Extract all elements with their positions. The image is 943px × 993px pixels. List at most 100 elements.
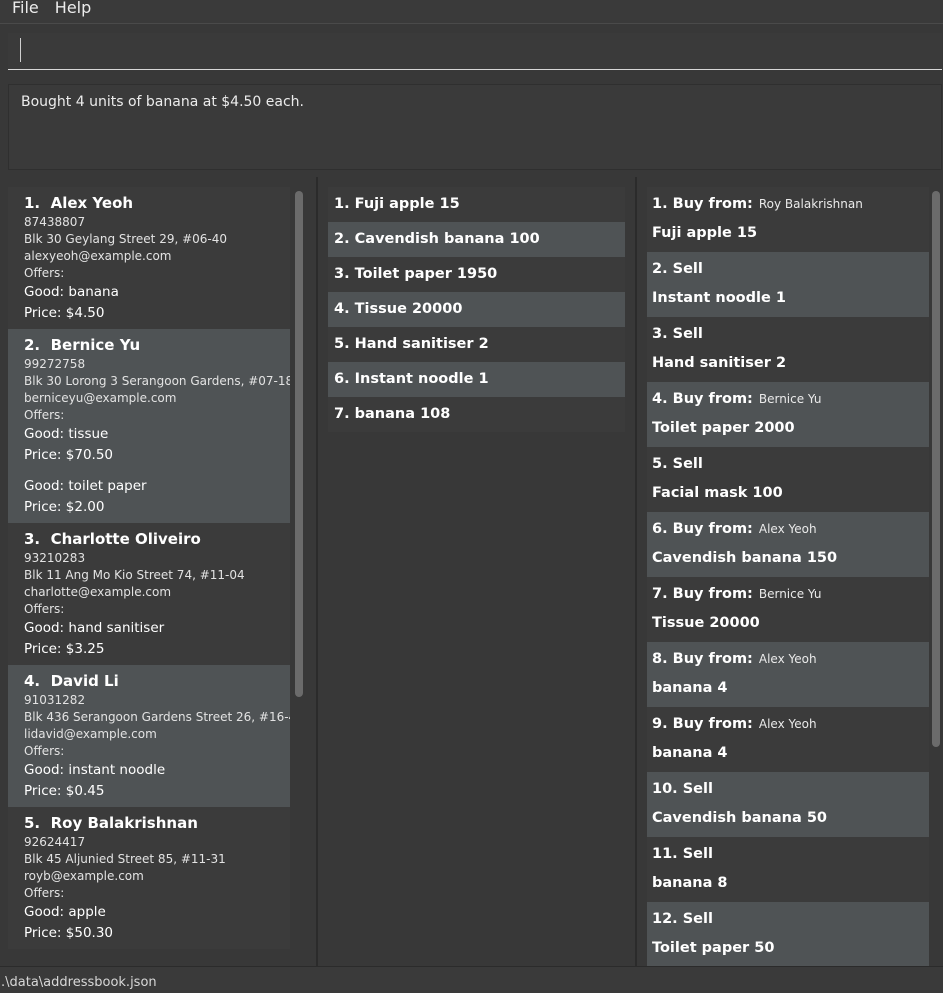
transaction-header: 8. Buy from: Alex Yeoh <box>652 642 929 677</box>
goods-item[interactable]: 3. Toilet paper 1950 <box>328 257 625 292</box>
person-address: Blk 436 Serangoon Gardens Street 26, #16… <box>24 710 290 724</box>
goods-list-panel: 1. Fuji apple 15 2. Cavendish banana 100 3… <box>318 177 634 966</box>
card-bottom-padding <box>24 944 290 949</box>
offers-label: Offers: <box>24 744 65 758</box>
transaction-card[interactable]: 8. Buy from: Alex Yeoh banana 4 <box>647 642 929 707</box>
transaction-item: Toilet paper 50 <box>652 940 775 956</box>
transaction-type: 7. Buy from: <box>652 586 753 602</box>
transaction-type: 1. Buy from: <box>652 196 753 212</box>
offer-price: Price: $4.50 <box>24 305 105 321</box>
person-name-text: David Li <box>50 672 119 690</box>
offer-good: Good: hand sanitiser <box>24 620 165 636</box>
offers-label: Offers: <box>24 266 65 280</box>
transaction-type: 12. Sell <box>652 911 713 927</box>
transaction-list-panel: 1. Buy from: Roy Balakrishnan Fuji apple 1… <box>638 177 943 967</box>
transaction-card[interactable]: 1. Buy from: Roy Balakrishnan Fuji apple 1… <box>647 187 929 252</box>
person-name: 1. Alex Yeoh <box>24 192 290 214</box>
goods-item[interactable]: 5. Hand sanitiser 2 <box>328 327 625 362</box>
transaction-card[interactable]: 9. Buy from: Alex Yeoh banana 4 <box>647 707 929 772</box>
transaction-header: 3. Sell <box>652 317 929 352</box>
transaction-header: 1. Buy from: Roy Balakrishnan <box>652 187 929 222</box>
transaction-header: 6. Buy from: Alex Yeoh <box>652 512 929 547</box>
transaction-card[interactable]: 11. Sell banana 8 <box>647 837 929 902</box>
person-address: Blk 45 Aljunied Street 85, #11-31 <box>24 852 226 866</box>
transaction-card[interactable]: 7. Buy from: Bernice Yu Tissue 20000 <box>647 577 929 642</box>
command-input[interactable] <box>8 33 942 70</box>
person-name-text: Charlotte Oliveiro <box>50 530 201 548</box>
person-email: alexyeoh@example.com <box>24 249 172 263</box>
transaction-item: Instant noodle 1 <box>652 290 786 306</box>
transaction-header: 10. Sell <box>652 772 929 807</box>
transaction-item: Hand sanitiser 2 <box>652 355 787 371</box>
text-caret <box>20 38 21 62</box>
goods-list: 1. Fuji apple 15 2. Cavendish banana 100 3… <box>328 187 625 432</box>
transaction-type: 4. Buy from: <box>652 391 753 407</box>
transaction-header: 12. Sell <box>652 902 929 937</box>
transaction-card[interactable]: 10. Sell Cavendish banana 50 <box>647 772 929 837</box>
transaction-header: 7. Buy from: Bernice Yu <box>652 577 929 612</box>
person-card[interactable]: 3. Charlotte Oliveiro 93210283 Blk 11 Ang … <box>8 523 290 665</box>
transaction-item: Cavendish banana 150 <box>652 550 838 566</box>
transaction-list-scrollbar[interactable] <box>932 191 940 747</box>
offers-label: Offers: <box>24 602 65 616</box>
offer-price: Price: $2.00 <box>24 499 105 515</box>
person-name: 4. David Li <box>24 670 290 692</box>
transaction-card[interactable]: 12. Sell Toilet paper 50 <box>647 902 929 967</box>
transaction-type: 10. Sell <box>652 781 713 797</box>
person-phone: 91031282 <box>24 693 86 707</box>
transaction-type: 11. Sell <box>652 846 713 862</box>
offer-good: Good: banana <box>24 284 119 300</box>
person-list-scrollbar[interactable] <box>295 191 303 697</box>
person-phone: 92624417 <box>24 835 86 849</box>
transaction-type: 8. Buy from: <box>652 651 753 667</box>
person-name: 5. Roy Balakrishnan <box>24 812 290 834</box>
offer-good: Good: toilet paper <box>24 478 147 494</box>
goods-item[interactable]: 1. Fuji apple 15 <box>328 187 625 222</box>
transaction-item: Cavendish banana 50 <box>652 810 827 826</box>
person-index: 5. <box>24 814 41 832</box>
transaction-type: 5. Sell <box>652 456 703 472</box>
transaction-card[interactable]: 2. Sell Instant noodle 1 <box>647 252 929 317</box>
transaction-counterparty: Bernice Yu <box>758 587 822 601</box>
person-name-text: Alex Yeoh <box>50 194 134 212</box>
offers-label: Offers: <box>24 886 65 900</box>
offer-good: Good: instant noodle <box>24 762 166 778</box>
menu-help[interactable]: Help <box>55 0 91 17</box>
person-name-text: Bernice Yu <box>50 336 141 354</box>
person-card[interactable]: 4. David Li 91031282 Blk 436 Serangoon Gar… <box>8 665 290 807</box>
transaction-item: Toilet paper 2000 <box>652 420 795 436</box>
transaction-counterparty: Roy Balakrishnan <box>758 197 863 211</box>
person-card[interactable]: 1. Alex Yeoh 87438807 Blk 30 Geylang Stree… <box>8 187 290 329</box>
transaction-card[interactable]: 5. Sell Facial mask 100 <box>647 447 929 512</box>
menu-file[interactable]: File <box>12 0 39 17</box>
person-address: Blk 11 Ang Mo Kio Street 74, #11-04 <box>24 568 245 582</box>
transaction-type: 2. Sell <box>652 261 703 277</box>
menu-bar: File Help <box>0 0 943 24</box>
transaction-header: 11. Sell <box>652 837 929 872</box>
offer-good: Good: apple <box>24 904 106 920</box>
offer-price: Price: $3.25 <box>24 641 105 657</box>
goods-item[interactable]: 7. banana 108 <box>328 397 625 432</box>
goods-item[interactable]: 2. Cavendish banana 100 <box>328 222 625 257</box>
person-index: 2. <box>24 336 41 354</box>
person-list-panel: 1. Alex Yeoh 87438807 Blk 30 Geylang Stree… <box>8 177 304 966</box>
person-card[interactable]: 5. Roy Balakrishnan 92624417 Blk 45 Aljuni… <box>8 807 290 949</box>
status-bar: .\data\addressbook.json <box>0 966 943 993</box>
person-name-text: Roy Balakrishnan <box>50 814 198 832</box>
person-address: Blk 30 Lorong 3 Serangoon Gardens, #07-1… <box>24 374 290 388</box>
person-name: 2. Bernice Yu <box>24 334 290 356</box>
person-index: 1. <box>24 194 41 212</box>
goods-item[interactable]: 6. Instant noodle 1 <box>328 362 625 397</box>
transaction-card[interactable]: 6. Buy from: Alex Yeoh Cavendish banana 15… <box>647 512 929 577</box>
person-phone: 87438807 <box>24 215 86 229</box>
panel-divider <box>635 177 637 966</box>
transaction-card[interactable]: 3. Sell Hand sanitiser 2 <box>647 317 929 382</box>
transaction-counterparty: Alex Yeoh <box>758 652 817 666</box>
goods-item[interactable]: 4. Tissue 20000 <box>328 292 625 327</box>
person-card[interactable]: 2. Bernice Yu 99272758 Blk 30 Lorong 3 Ser… <box>8 329 290 523</box>
offers-label: Offers: <box>24 408 65 422</box>
transaction-type: 9. Buy from: <box>652 716 753 732</box>
person-name: 3. Charlotte Oliveiro <box>24 528 290 550</box>
offer-price: Price: $70.50 <box>24 447 114 463</box>
transaction-card[interactable]: 4. Buy from: Bernice Yu Toilet paper 2000 <box>647 382 929 447</box>
